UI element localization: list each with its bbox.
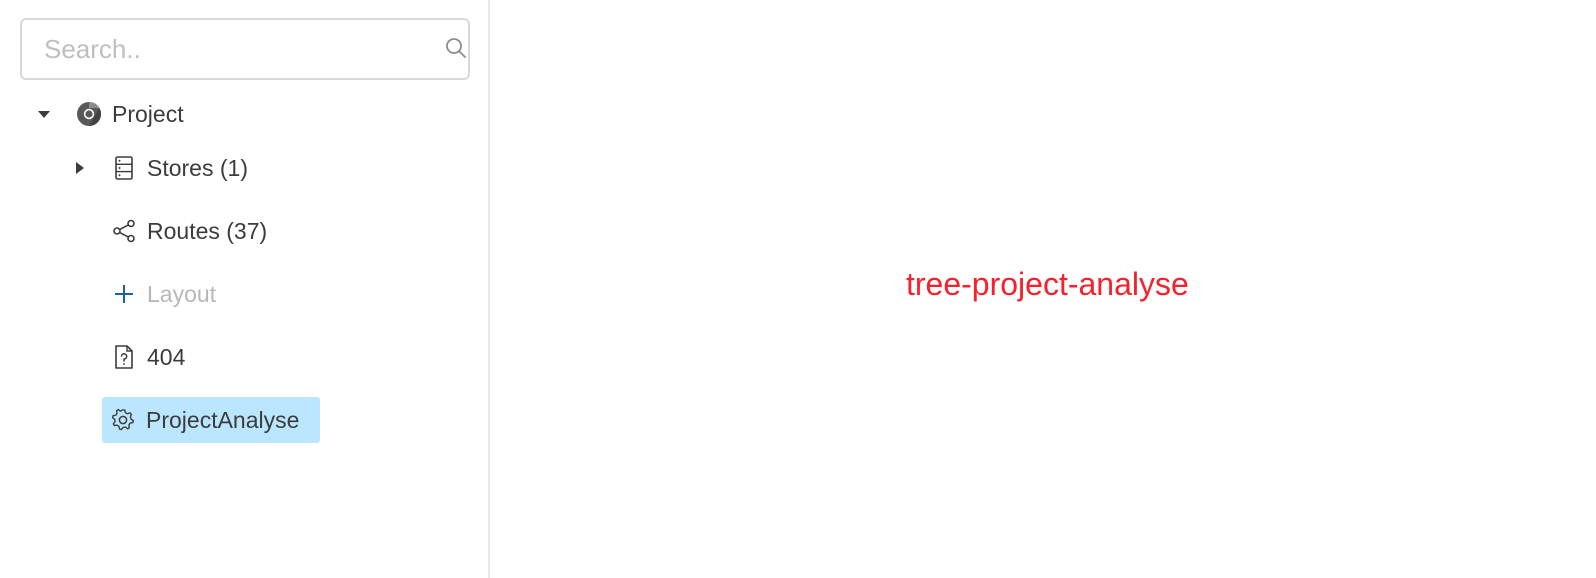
tree-node-label: Stores (1) (147, 154, 248, 181)
tree-node-stores-title[interactable]: Stores (1) (103, 145, 258, 191)
content-panel: tree-project-analyse (492, 0, 1596, 578)
tree-node-layout-title[interactable]: Layout (103, 271, 226, 317)
tree-node-project-title[interactable]: Project (68, 91, 194, 137)
tree-node-404: 404 (0, 334, 490, 380)
tree-node-label: Project (112, 100, 184, 127)
content-route-text: tree-project-analyse (906, 266, 1189, 302)
search-input[interactable] (22, 20, 412, 78)
caret-down-icon[interactable] (34, 104, 54, 124)
tree-node-routes: Routes (37) (0, 208, 490, 254)
sidebar: Project Stores (1) (0, 0, 490, 578)
share-icon (111, 218, 137, 244)
caret-right-icon[interactable] (70, 158, 90, 178)
tree-node-label: Layout (147, 280, 217, 307)
file-unknown-icon (111, 344, 137, 370)
tree-node-stores: Stores (1) (0, 145, 490, 191)
tree-node-layout: Layout (0, 271, 490, 317)
plus-icon (111, 281, 137, 307)
tree-node-projectanalyse-title[interactable]: ProjectAnalyse (102, 397, 320, 443)
tree-node-projectanalyse: ProjectAnalyse (0, 397, 490, 443)
database-icon (111, 155, 137, 181)
tree-node-project: Project (0, 91, 490, 137)
tree-node-404-title[interactable]: 404 (103, 334, 195, 380)
search-icon[interactable] (444, 36, 468, 60)
tree-node-routes-title[interactable]: Routes (37) (103, 208, 277, 254)
tree-node-label: 404 (147, 343, 186, 370)
search-box[interactable] (20, 18, 470, 80)
chrome-icon (76, 101, 102, 127)
tree-node-label: ProjectAnalyse (146, 406, 300, 433)
gear-icon (110, 407, 136, 433)
tree-node-label: Routes (37) (147, 217, 268, 244)
